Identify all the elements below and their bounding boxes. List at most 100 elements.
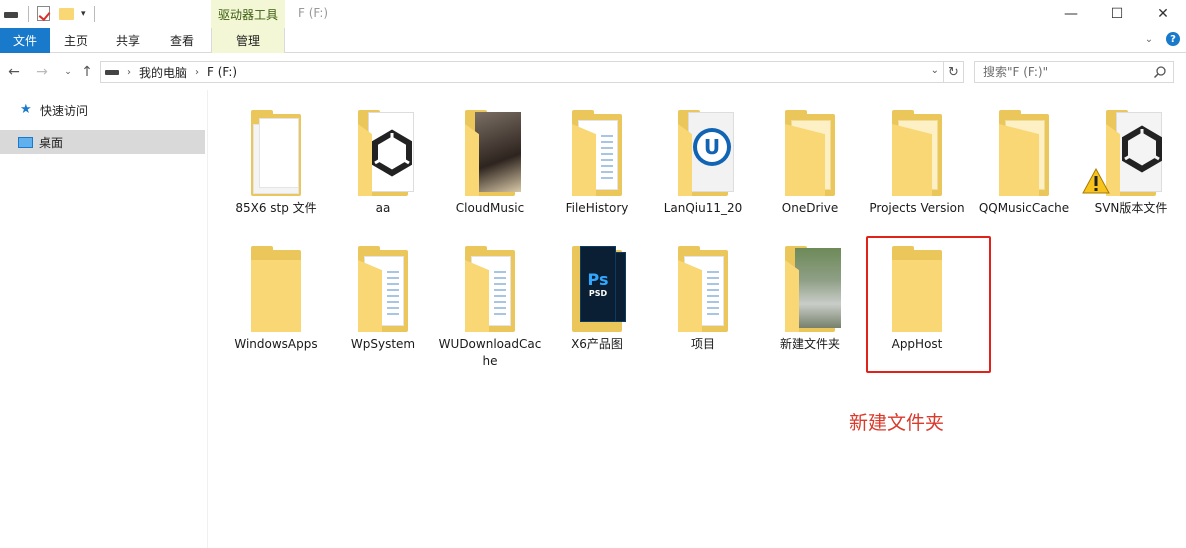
divider [93,6,95,22]
folder-icon [991,106,1057,196]
breadcrumb-separator-icon[interactable]: › [127,67,131,78]
unreal-icon: U [688,112,734,192]
folder-icon: Ps PSD [564,242,630,332]
tab-file[interactable]: 文件 [0,28,50,53]
photoshop-icon: Ps PSD [580,246,616,322]
folder-icon [564,106,630,196]
folder-item[interactable]: SVN版本文件 [1078,96,1184,226]
unity-icon [1116,112,1162,192]
file-name: WindowsApps [234,337,318,351]
tab-manage[interactable]: 管理 [211,28,285,53]
folder-item[interactable]: Ps PSD X6产品图 [544,232,650,362]
navigation-bar: ← → ⌄ ↑ › 我的电脑 › F (F:) ⌄ ↻ [0,54,1186,90]
address-bar[interactable]: › 我的电脑 › F (F:) ⌄ ↻ [100,61,964,83]
divider [28,6,29,22]
folder-icon [777,106,843,196]
breadcrumb-this-pc[interactable]: 我的电脑 [139,64,187,81]
folder-item[interactable]: 85X6 stp 文件 [223,96,329,226]
folder-icon [457,106,523,196]
file-name: X6产品图 [571,337,623,351]
desktop-icon [18,136,33,148]
file-name: OneDrive [781,201,839,215]
ribbon-tabs: 文件 主页 共享 查看 管理 ⌄ ? [0,28,1186,53]
drive-icon[interactable] [4,6,20,22]
recent-locations-chevron-icon[interactable]: ⌄ [60,63,76,81]
properties-icon[interactable] [37,6,53,22]
drive-tools-context-tab: 驱动器工具 [211,0,285,28]
file-name: WUDownloadCache [438,337,542,368]
folder-item[interactable]: FileHistory [544,96,650,226]
new-folder-icon[interactable] [59,6,75,22]
file-name: LanQiu11_20 [663,201,743,215]
expand-ribbon-chevron-icon[interactable]: ⌄ [1142,32,1156,46]
window-title: F (F:) [298,6,329,20]
star-icon: ★ [20,102,32,117]
photo-thumbnail [475,112,521,192]
title-bar: ▾ 驱动器工具 F (F:) — ☐ ✕ [0,0,1186,28]
folder-item[interactable]: U LanQiu11_20 [650,96,756,226]
breadcrumb-separator-icon[interactable]: › [195,67,199,78]
folder-icon [457,242,523,332]
sidebar-item-label: 桌面 [39,135,64,150]
search-icon[interactable] [1153,65,1167,79]
folder-item[interactable]: CloudMusic [437,96,543,226]
minimize-button[interactable]: — [1048,0,1094,28]
sidebar-item-quick-access[interactable]: ★ 快速访问 [0,98,205,122]
sidebar-item-desktop[interactable]: 桌面 [0,130,205,154]
folder-icon [350,106,416,196]
file-name: 项目 [690,337,715,351]
back-arrow-icon[interactable]: ← [6,63,22,81]
refresh-icon[interactable]: ↻ [943,62,963,82]
file-name: Projects Version [869,201,965,215]
file-name: CloudMusic [455,201,525,215]
search-input[interactable] [975,62,1145,82]
close-button[interactable]: ✕ [1140,0,1186,28]
file-list-view: 85X6 stp 文件 aa CloudMusic FileHistory U … [210,90,1186,548]
file-name: 85X6 stp 文件 [235,201,317,215]
folder-item[interactable]: WindowsApps [223,232,329,362]
folder-icon: U [670,106,736,196]
maximize-button[interactable]: ☐ [1094,0,1140,28]
folder-icon [350,242,416,332]
drive-icon [105,69,119,75]
warning-icon [1082,168,1110,194]
search-box[interactable] [974,61,1174,83]
navigation-pane: ★ 快速访问 桌面 [0,90,208,548]
folder-icon [777,242,843,332]
folder-icon [243,106,309,196]
folder-item[interactable]: 项目 [650,232,756,362]
highlight-box [866,236,991,373]
folder-item[interactable]: QQMusicCache [971,96,1077,226]
file-name: SVN版本文件 [1094,201,1168,215]
folder-item[interactable]: 新建文件夹 [757,232,863,362]
tab-share[interactable]: 共享 [102,28,154,53]
customize-qat-chevron-icon[interactable]: ▾ [81,9,86,19]
file-name: WpSystem [350,337,416,351]
folder-icon [1082,106,1164,196]
quick-access-toolbar: ▾ [4,4,97,24]
forward-arrow-icon[interactable]: → [34,63,50,81]
tab-view[interactable]: 查看 [154,28,210,53]
help-icon[interactable]: ? [1166,32,1180,46]
unity-icon [368,112,414,192]
file-name: FileHistory [565,201,629,215]
address-history-chevron-icon[interactable]: ⌄ [931,65,939,76]
folder-item[interactable]: OneDrive [757,96,863,226]
folder-item[interactable]: WpSystem [330,232,436,362]
folder-item[interactable]: Projects Version [864,96,970,226]
file-name: aa [375,201,391,215]
photo-thumbnail [795,248,841,328]
breadcrumb-drive-f[interactable]: F (F:) [207,65,237,79]
folder-icon [670,242,736,332]
sidebar-item-label: 快速访问 [40,103,89,118]
up-arrow-icon[interactable]: ↑ [79,63,95,81]
svg-text:U: U [704,135,720,159]
folder-icon [884,106,950,196]
annotation-label: 新建文件夹 [849,412,945,434]
file-name: QQMusicCache [978,201,1070,215]
folder-icon [243,242,309,332]
tab-home[interactable]: 主页 [50,28,102,53]
file-name: 新建文件夹 [779,337,840,351]
folder-item[interactable]: WUDownloadCache [437,232,543,368]
folder-item[interactable]: aa [330,96,436,226]
